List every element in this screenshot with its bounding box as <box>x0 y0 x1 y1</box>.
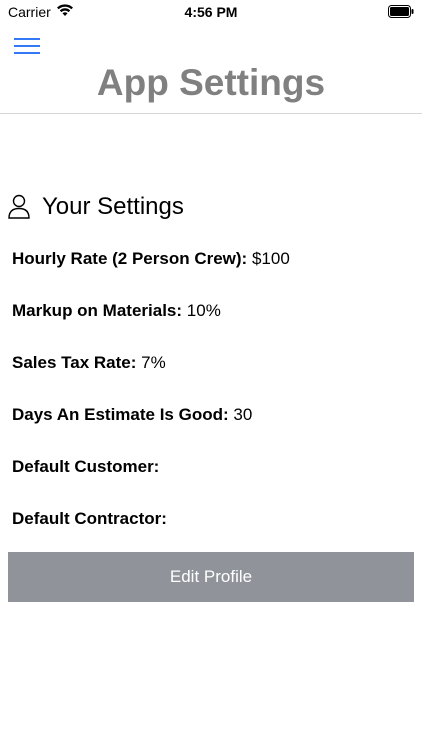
hamburger-menu-icon[interactable] <box>14 38 42 60</box>
setting-default-customer: Default Customer: <box>12 456 412 508</box>
settings-list: Hourly Rate (2 Person Crew): $100 Markup… <box>12 248 412 560</box>
setting-estimate-days: Days An Estimate Is Good: 30 <box>12 404 412 456</box>
section-header: Your Settings <box>8 193 184 221</box>
edit-profile-button[interactable]: Edit Profile <box>8 552 414 602</box>
setting-sales-tax: Sales Tax Rate: 7% <box>12 352 412 404</box>
status-bar: Carrier 4:56 PM <box>0 0 422 24</box>
section-title: Your Settings <box>42 193 184 220</box>
battery-icon <box>388 5 414 18</box>
setting-label: Default Contractor: <box>12 509 167 528</box>
setting-label: Days An Estimate Is Good: <box>12 405 229 424</box>
setting-markup-materials: Markup on Materials: 10% <box>12 300 412 352</box>
setting-hourly-rate: Hourly Rate (2 Person Crew): $100 <box>12 248 412 300</box>
status-time: 4:56 PM <box>184 4 238 20</box>
setting-value: 7% <box>141 353 166 372</box>
setting-label: Markup on Materials: <box>12 301 183 320</box>
header-divider <box>0 113 422 114</box>
menu-line <box>14 38 40 40</box>
setting-value: $100 <box>251 249 290 268</box>
user-icon <box>8 194 30 219</box>
setting-value: 30 <box>233 405 253 424</box>
setting-label: Sales Tax Rate: <box>12 353 137 372</box>
menu-line <box>14 45 40 47</box>
setting-label: Default Customer: <box>12 457 160 476</box>
menu-line <box>14 52 40 54</box>
page-title: App Settings <box>96 62 326 103</box>
setting-value: 10% <box>186 301 221 320</box>
setting-label: Hourly Rate (2 Person Crew): <box>12 249 248 268</box>
